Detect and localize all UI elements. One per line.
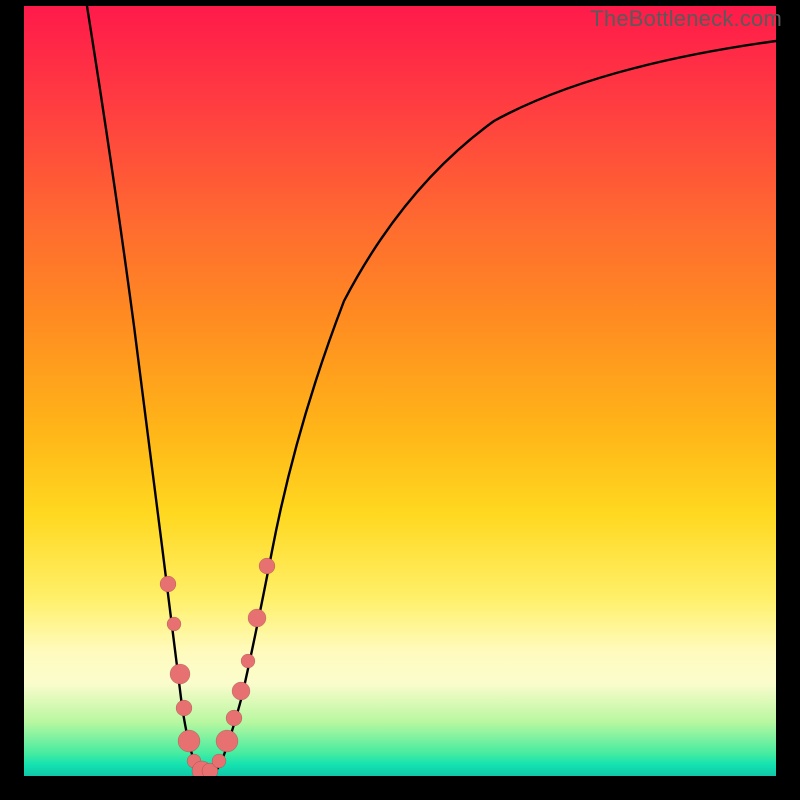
dot bbox=[170, 664, 190, 684]
dot bbox=[216, 730, 238, 752]
dot bbox=[226, 710, 242, 726]
dot bbox=[212, 754, 226, 768]
dot bbox=[167, 617, 181, 631]
dot bbox=[241, 654, 255, 668]
dot bbox=[232, 682, 250, 700]
highlight-dots bbox=[160, 558, 275, 776]
dot bbox=[248, 609, 266, 627]
dot bbox=[176, 700, 192, 716]
curve-path bbox=[87, 6, 776, 776]
bottleneck-curve bbox=[24, 6, 776, 776]
dot bbox=[259, 558, 275, 574]
watermark-text: TheBottleneck.com bbox=[590, 6, 782, 32]
chart-plot-area bbox=[24, 6, 776, 776]
dot bbox=[178, 730, 200, 752]
dot bbox=[160, 576, 176, 592]
